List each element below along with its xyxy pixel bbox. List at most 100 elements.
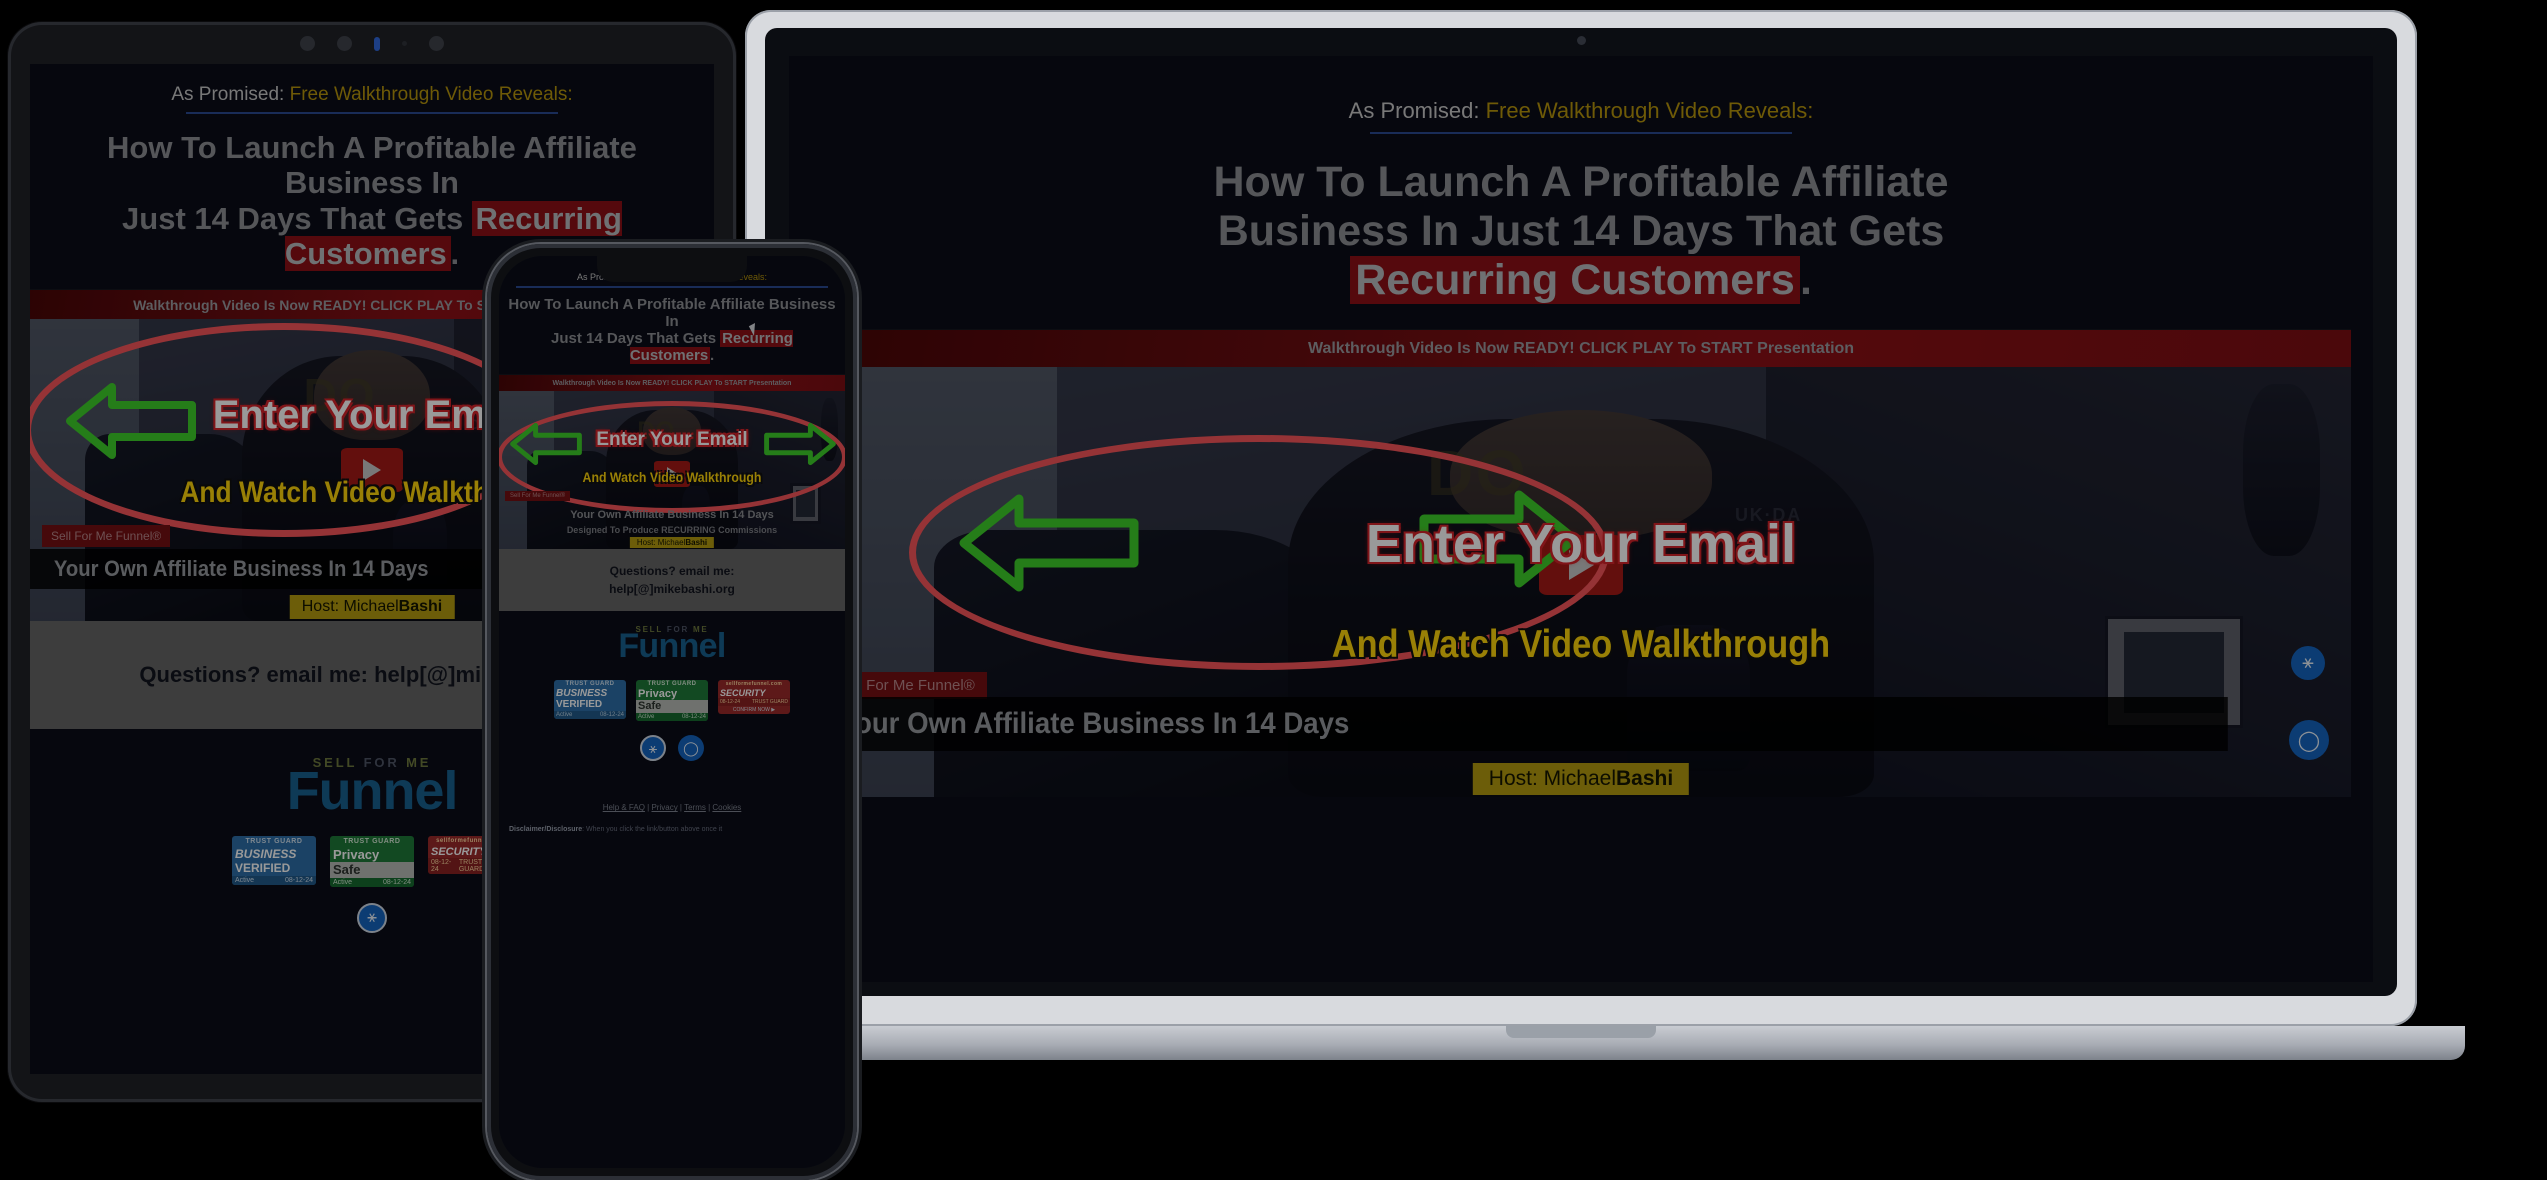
host-prefix: Host: Michael — [301, 598, 399, 616]
headline-line-1: How To Launch A Profitable Affiliate — [1213, 158, 1949, 206]
badge-confirm-link[interactable]: CONFIRM NOW ▶ — [718, 706, 790, 714]
laptop-screen: As Promised: Free Walkthrough Video Reve… — [789, 56, 2373, 982]
questions-block: Questions? email me: help[@]mikebashi.or… — [499, 549, 845, 612]
phone-notch — [597, 256, 747, 282]
badge-date: 08-12-24 — [720, 699, 741, 706]
phone-power-button[interactable] — [857, 506, 861, 592]
headline-highlight: Recurring Customers — [1350, 256, 1801, 305]
badge-status-row: Active 08-12-24 — [330, 878, 414, 888]
eyebrow-text: As Promised: Free Walkthrough Video Reve… — [789, 56, 2373, 124]
trust-badges: TRUST GUARD BUSINESS VERIFIED Active 08-… — [499, 680, 845, 722]
footer-link-cookies[interactable]: Cookies — [712, 803, 741, 812]
overlay-cta-primary: Enter Your Email — [1365, 514, 1797, 575]
headline-period: . — [709, 347, 715, 365]
badge-date: 08-12-24 — [284, 877, 313, 885]
eyebrow-prefix: As Promised: — [1348, 98, 1486, 123]
badge-main-2: Safe — [636, 700, 708, 714]
page-footer: SELL FOR ME Funnel TRUST GUARD BUSINESS … — [499, 611, 845, 834]
video-host-badge: Host: Michael Bashi — [1472, 763, 1690, 796]
laptop-lid: As Promised: Free Walkthrough Video Reve… — [745, 10, 2417, 1026]
footer-link-terms[interactable]: Terms — [684, 803, 706, 812]
video-player[interactable]: DO Enter Your Email — [499, 391, 845, 550]
laptop-trackpad-notch — [1506, 1026, 1656, 1038]
badge-top-label: TRUST GUARD — [565, 681, 615, 688]
video-caption-line-2: Designed To Produce RECURRING Commission… — [566, 525, 778, 536]
laptop-base — [697, 1026, 2465, 1060]
badge-main-2: VERIFIED — [556, 699, 603, 711]
accessibility-person-icon[interactable]: ⚹ — [640, 735, 666, 762]
headline-line-2: Business In Just 14 Days That Gets — [1217, 207, 1945, 256]
trust-badge[interactable]: TRUST GUARD Privacy Safe Active 08-12-24 — [330, 836, 414, 888]
laptop-webcam-icon — [1577, 36, 1586, 45]
sensor-dot-icon — [402, 41, 407, 46]
eyebrow-divider — [1370, 132, 1792, 134]
phone-device: As Promised: Free Walkthrough Video Reve… — [487, 244, 861, 1180]
location-pin-icon[interactable]: ◯ — [678, 735, 704, 762]
accessibility-widgets: ⚹ ◯ — [499, 735, 845, 762]
video-brand-badge: Sell For Me Funnel® — [42, 525, 171, 548]
laptop-device: As Promised: Free Walkthrough Video Reve… — [697, 10, 2465, 1120]
video-caption: Your Own Affiliate Business In 14 Days — [570, 509, 774, 522]
video-ready-banner: Walkthrough Video Is Now READY! CLICK PL… — [499, 374, 845, 392]
badge-main-2: Safe — [330, 862, 414, 879]
badge-status: Active — [638, 714, 655, 721]
questions-line-2: help[@]mikebashi.org — [609, 582, 735, 597]
badge-main-1: Privacy — [638, 688, 678, 701]
badge-status-row: 08-12-24 TRUST GUARD — [718, 698, 790, 707]
headline-line-2: Just 14 Days That Gets Recurring Custome… — [507, 330, 837, 365]
badge-date: 08-12-24 — [599, 712, 624, 719]
eyebrow-highlight: Free Walkthrough Video Reveals: — [1485, 98, 1814, 123]
camera-dot-icon — [300, 36, 315, 51]
eyebrow-divider — [186, 112, 558, 114]
badge-date: 08-12-24 — [681, 714, 706, 721]
trust-badge[interactable]: sellformefunnel.com SECURITY 08-12-24 TR… — [718, 680, 790, 715]
questions-line-1: Questions? email me: — [609, 564, 735, 579]
badge-main-1: SECURITY — [720, 688, 766, 699]
host-name: Bashi — [685, 538, 708, 548]
page-headline: How To Launch A Profitable Affiliate Bus… — [499, 296, 845, 365]
video-ready-banner: Walkthrough Video Is Now READY! CLICK PL… — [811, 329, 2351, 368]
video-host-badge: Host: Michael Bashi — [629, 537, 715, 549]
host-prefix: Host: Michael — [636, 538, 686, 548]
badge-top-label: TRUST GUARD — [343, 838, 401, 846]
disclaimer-label: Disclaimer/Disclosure — [509, 826, 583, 834]
eyebrow-prefix: As Promised: — [171, 84, 290, 105]
badge-top-label: TRUST GUARD — [647, 681, 697, 688]
funnel-logo: SELL FOR ME Funnel — [499, 625, 845, 666]
location-pin-icon[interactable]: ◯ — [2289, 720, 2329, 760]
headline-period: . — [1800, 256, 1812, 305]
trust-badge[interactable]: TRUST GUARD BUSINESS VERIFIED Active 08-… — [232, 836, 316, 886]
eyebrow-highlight: Free Walkthrough Video Reveals: — [289, 84, 573, 105]
badge-status: Active — [235, 877, 255, 885]
accessibility-person-icon[interactable]: ⚹ — [357, 903, 387, 934]
camera-dot-icon — [429, 36, 444, 51]
badge-status-row: Active 08-12-24 — [232, 876, 316, 886]
headline-line-2-pre: Just 14 Days That Gets — [122, 200, 472, 236]
video-host-badge: Host: Michael Bashi — [289, 595, 455, 620]
eyebrow-divider — [516, 286, 828, 288]
headline-line-2-pre: Just 14 Days That Gets — [551, 330, 721, 348]
footer-link-privacy[interactable]: Privacy — [651, 803, 677, 812]
trust-badge[interactable]: TRUST GUARD Privacy Safe Active 08-12-24 — [636, 680, 708, 722]
funnel-logo-wordmark: Funnel — [618, 627, 726, 666]
badge-date: 08-12-24 — [431, 859, 452, 874]
camera-indicator-icon — [374, 36, 380, 51]
phone-landing-page: As Promised: Free Walkthrough Video Reve… — [499, 256, 845, 1168]
video-player[interactable]: DO UK·DA — [811, 367, 2351, 798]
headline-line-1: How To Launch A Profitable Affiliate Bus… — [107, 130, 637, 201]
headline-line-1: How To Launch A Profitable Affiliate Bus… — [508, 296, 836, 331]
headline-period: . — [450, 235, 460, 271]
video-ready-banner-text: Walkthrough Video Is Now READY! CLICK PL… — [552, 379, 792, 387]
badge-status: Active — [556, 712, 573, 719]
footer-disclaimer: Disclaimer/Disclosure: When you click th… — [499, 826, 845, 833]
badge-main-1: BUSINESS — [556, 688, 608, 700]
badge-top-label: sellformefunnel.com — [725, 681, 783, 688]
host-name: Bashi — [1616, 767, 1674, 791]
video-caption: Your Own Affiliate Business In 14 Days — [811, 697, 2228, 752]
accessibility-person-icon[interactable]: ⚹ — [2291, 646, 2325, 680]
footer-link-help-faq[interactable]: Help & FAQ — [603, 803, 645, 812]
phone-volume-button[interactable] — [857, 434, 861, 488]
phone-bezel: As Promised: Free Walkthrough Video Reve… — [487, 244, 857, 1180]
page-headline: How To Launch A Profitable Affiliate Bus… — [789, 158, 2373, 305]
trust-badge[interactable]: TRUST GUARD BUSINESS VERIFIED Active 08-… — [554, 680, 626, 720]
